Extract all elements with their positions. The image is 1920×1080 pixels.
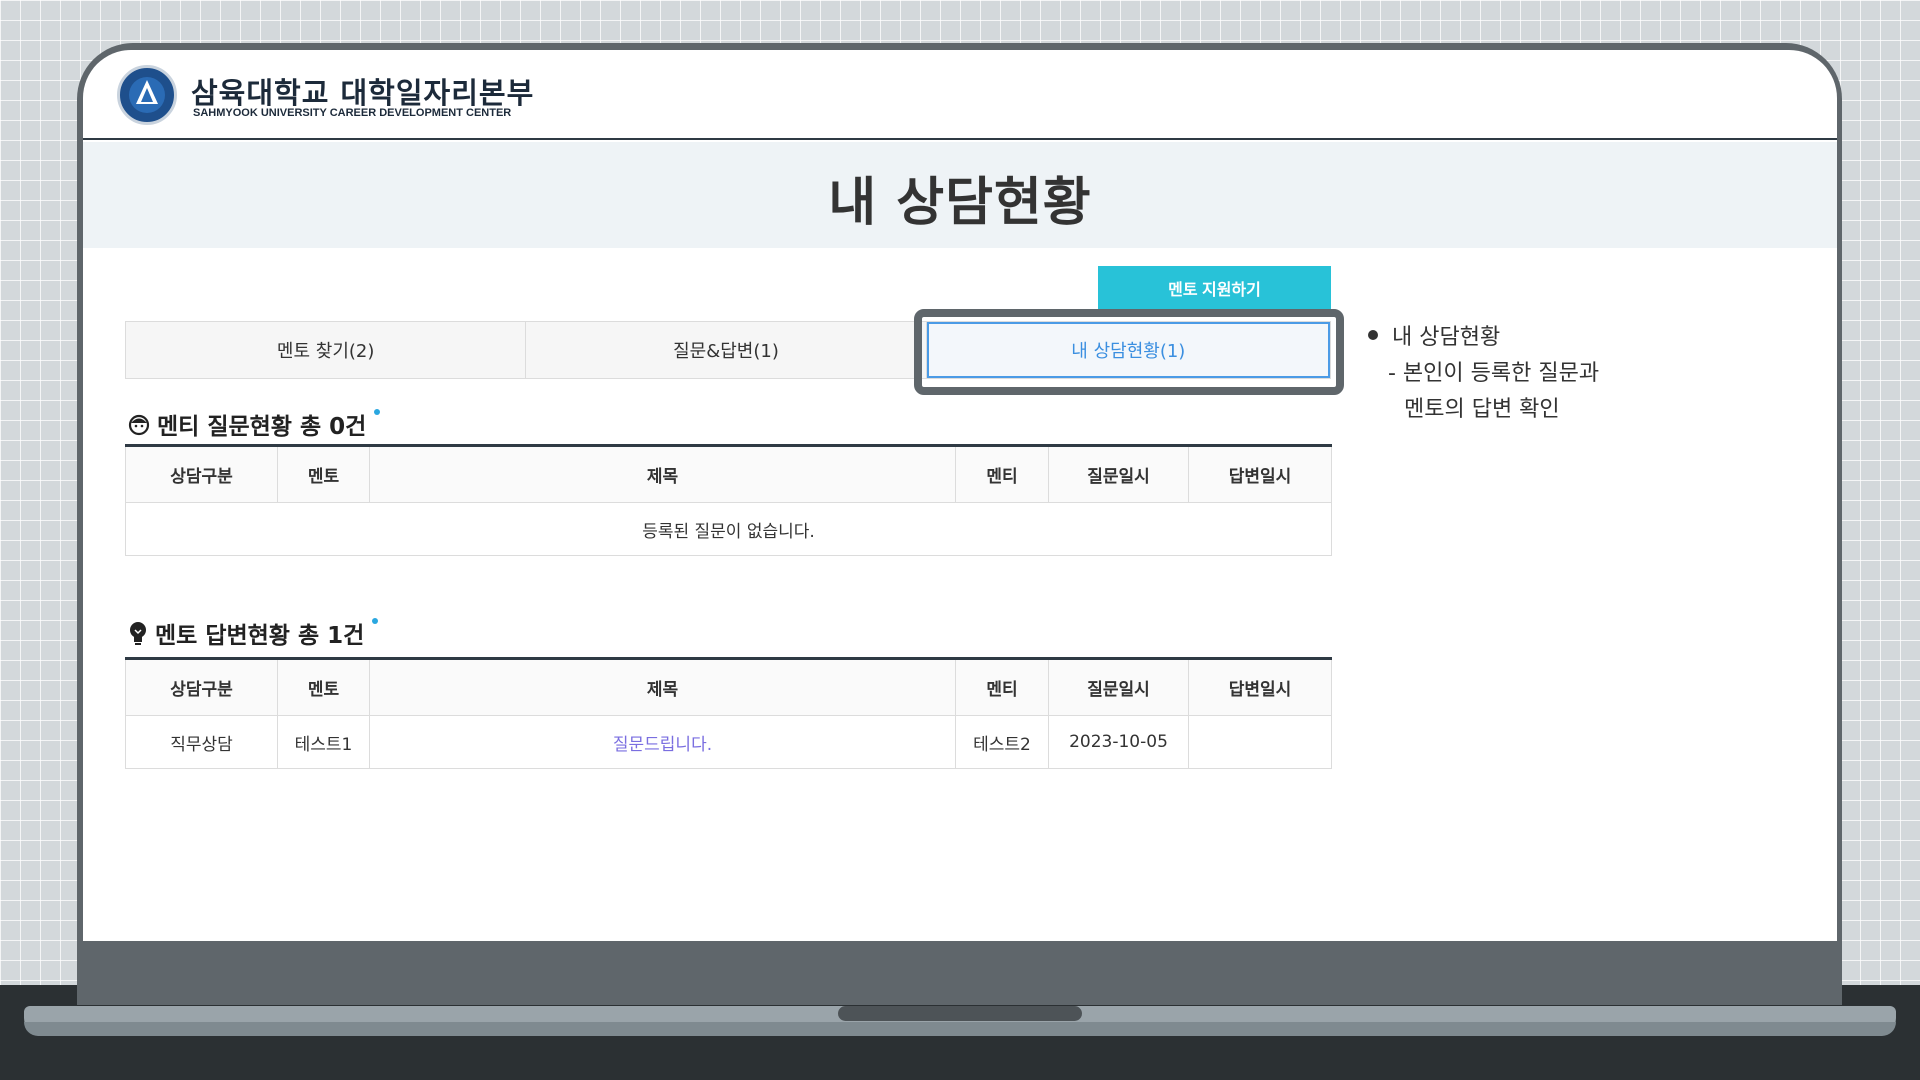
mentor-answer-table: 상담구분 멘토 제목 멘티 질문일시 답변일시 직무상담 테스트1 질문드립니다…	[125, 657, 1332, 769]
note-line-2: 멘토의 답변 확인	[1404, 397, 1560, 422]
cell-answered-date	[1188, 715, 1332, 769]
apply-mentor-button[interactable]: 멘토 지원하기	[1098, 266, 1331, 309]
note-line-1: - 본인이 등록한 질문과	[1388, 361, 1600, 386]
table-row: 등록된 질문이 없습니다.	[125, 502, 1332, 556]
table-header-row: 상담구분 멘토 제목 멘티 질문일시 답변일시	[125, 445, 1332, 503]
cell-asked-date: 2023-10-05	[1048, 715, 1189, 769]
column-header: 답변일시	[1188, 658, 1332, 716]
note-title-row: 내 상담현황	[1368, 320, 1808, 356]
column-header: 상담구분	[125, 445, 278, 503]
column-header: 제목	[369, 658, 956, 716]
table-row[interactable]: 직무상담 테스트1 질문드립니다. 테스트2 2023-10-05	[125, 715, 1332, 769]
logo-title[interactable]: 삼육대학교 대학일자리본부	[191, 70, 534, 112]
note-title: 내 상담현황	[1392, 325, 1501, 350]
tab-bar: 멘토 찾기(2) 질문&답변(1) 내 상담현황(1)	[125, 321, 1331, 379]
cell-mentor: 테스트1	[277, 715, 370, 769]
title-band: 내 상담현황	[83, 142, 1837, 248]
mentee-section-title: 멘티 질문현황 총 0건	[127, 407, 381, 441]
table-header-row: 상담구분 멘토 제목 멘티 질문일시 답변일시	[125, 658, 1332, 716]
column-header: 답변일시	[1188, 445, 1332, 503]
face-icon	[127, 412, 151, 436]
annotation-note: 내 상담현황 - 본인이 등록한 질문과 멘토의 답변 확인	[1368, 320, 1808, 428]
cell-mentee: 테스트2	[955, 715, 1049, 769]
mentor-section-title-text: 멘토 답변현황 총 1건	[155, 623, 365, 649]
page-title: 내 상담현황	[828, 173, 1092, 233]
laptop-base-shadow	[24, 1022, 1896, 1036]
column-header: 멘토	[277, 445, 370, 503]
column-header: 멘티	[955, 658, 1049, 716]
mentee-question-table: 상담구분 멘토 제목 멘티 질문일시 답변일시 등록된 질문이 없습니다.	[125, 444, 1332, 556]
question-subject-link[interactable]: 질문드립니다.	[369, 715, 956, 769]
cell-type: 직무상담	[125, 715, 278, 769]
bullet-icon	[1368, 330, 1378, 340]
column-header: 질문일시	[1048, 658, 1189, 716]
column-header: 질문일시	[1048, 445, 1189, 503]
column-header: 멘토	[277, 658, 370, 716]
laptop-notch	[838, 1006, 1082, 1021]
lightbulb-icon	[127, 620, 149, 646]
mentor-section-title: 멘토 답변현황 총 1건	[127, 616, 379, 650]
column-header: 제목	[369, 445, 956, 503]
section-dot	[374, 409, 381, 415]
laptop-screen: 삼육대학교 대학일자리본부 SAHMYOOK UNIVERSITY CAREER…	[83, 50, 1837, 941]
tab-find-mentor[interactable]: 멘토 찾기(2)	[126, 322, 527, 378]
tab-qna[interactable]: 질문&답변(1)	[526, 322, 927, 378]
tab-my-consultation[interactable]: 내 상담현황(1)	[926, 322, 1330, 378]
section-dot	[372, 618, 379, 624]
mentee-section-title-text: 멘티 질문현황 총 0건	[157, 414, 367, 440]
university-logo-icon[interactable]	[117, 65, 177, 125]
logo-subtitle: SAHMYOOK UNIVERSITY CAREER DEVELOPMENT C…	[193, 107, 512, 119]
site-header: 삼육대학교 대학일자리본부 SAHMYOOK UNIVERSITY CAREER…	[83, 50, 1837, 140]
empty-message: 등록된 질문이 없습니다.	[125, 502, 1332, 556]
column-header: 멘티	[955, 445, 1049, 503]
column-header: 상담구분	[125, 658, 278, 716]
